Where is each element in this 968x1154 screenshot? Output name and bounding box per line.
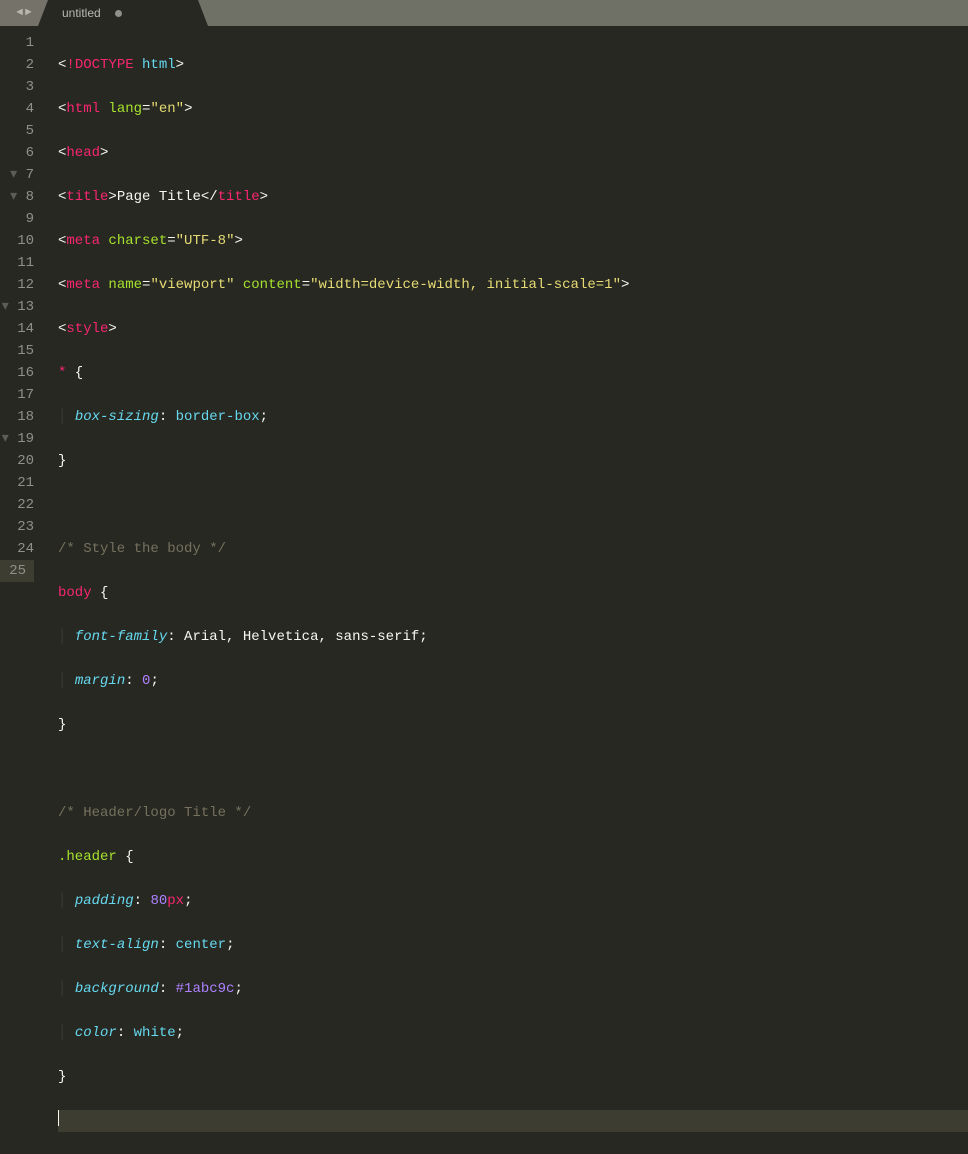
code-line[interactable]: │ color: white; [58,1022,968,1044]
line-number: 18 [0,406,34,428]
code-line[interactable]: │ font-family: Arial, Helvetica, sans-se… [58,626,968,648]
line-number: 10 [0,230,34,252]
nav-back-icon[interactable]: ◄ [16,7,23,19]
code-line[interactable]: <head> [58,142,968,164]
code-line[interactable]: } [58,714,968,736]
line-gutter: 1 2 3 4 5 6 ▾ 7 ▾ 8 9 10 11 12 ▾ 13 14 1… [0,26,48,636]
line-number: 25 [0,560,34,582]
line-number: 4 [0,98,34,120]
code-line[interactable]: body { [58,582,968,604]
code-line[interactable]: .header { [58,846,968,868]
line-number: 24 [0,538,34,560]
line-number: 14 [0,318,34,340]
fold-icon[interactable]: ▾ [2,431,17,447]
code-line[interactable]: /* Style the body */ [58,538,968,560]
line-number: 5 [0,120,34,142]
line-number: 6 [0,142,34,164]
tab-title: untitled [62,6,101,20]
code-line[interactable]: } [58,1066,968,1088]
code-line[interactable]: * { [58,362,968,384]
line-number: 23 [0,516,34,538]
line-number: 9 [0,208,34,230]
line-number: 11 [0,252,34,274]
fold-icon[interactable]: ▾ [10,189,25,205]
line-number: ▾ 13 [0,296,34,318]
code-line[interactable]: <html lang="en"> [58,98,968,120]
nav-forward-icon[interactable]: ► [25,7,32,19]
line-number: 3 [0,76,34,98]
line-number: ▾ 19 [0,428,34,450]
code-line[interactable]: <!DOCTYPE html> [58,54,968,76]
code-line[interactable]: │ margin: 0; [58,670,968,692]
code-line[interactable]: │ box-sizing: border-box; [58,406,968,428]
code-line[interactable]: │ text-align: center; [58,934,968,956]
line-number: 2 [0,54,34,76]
dirty-indicator-icon [115,10,122,17]
code-area[interactable]: <!DOCTYPE html> <html lang="en"> <head> … [48,26,968,636]
code-line[interactable]: <title>Page Title</title> [58,186,968,208]
cursor-icon [58,1110,59,1126]
line-number: ▾ 7 [0,164,34,186]
line-number: ▾ 8 [0,186,34,208]
code-line[interactable]: <meta name="viewport" content="width=dev… [58,274,968,296]
line-number: 20 [0,450,34,472]
line-number: 22 [0,494,34,516]
editor: 1 2 3 4 5 6 ▾ 7 ▾ 8 9 10 11 12 ▾ 13 14 1… [0,26,968,636]
line-number: 15 [0,340,34,362]
code-line[interactable]: } [58,450,968,472]
code-line[interactable]: │ padding: 80px; [58,890,968,912]
code-line[interactable]: <meta charset="UTF-8"> [58,230,968,252]
code-line[interactable]: /* Header/logo Title */ [58,802,968,824]
code-line[interactable]: <style> [58,318,968,340]
line-number: 12 [0,274,34,296]
code-line[interactable] [58,1110,968,1132]
fold-icon[interactable]: ▾ [2,299,17,315]
line-number: 17 [0,384,34,406]
line-number: 21 [0,472,34,494]
file-tab[interactable]: untitled [48,0,198,26]
code-line[interactable] [58,758,968,780]
line-number: 16 [0,362,34,384]
code-line[interactable] [58,494,968,516]
line-number: 1 [0,32,34,54]
tab-bar: ◄ ► untitled [0,0,968,26]
code-line[interactable]: │ background: #1abc9c; [58,978,968,1000]
fold-icon[interactable]: ▾ [10,167,25,183]
